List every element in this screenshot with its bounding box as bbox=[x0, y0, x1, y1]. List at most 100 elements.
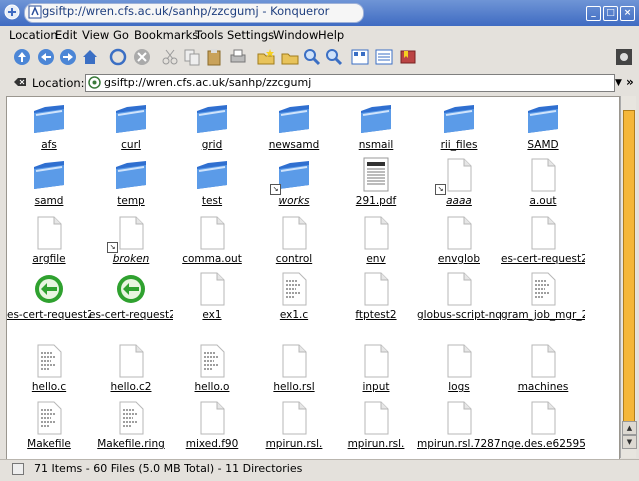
file-item[interactable]: Makefile bbox=[7, 400, 91, 451]
file-item[interactable]: samd bbox=[7, 157, 91, 208]
file-item[interactable]: 291.pdf bbox=[334, 157, 418, 208]
file-item[interactable]: mpirun.rsl. bbox=[252, 400, 336, 451]
file-item-label: hello.o bbox=[194, 381, 230, 393]
file-item[interactable]: envglob bbox=[417, 215, 501, 266]
file-item[interactable]: afs bbox=[7, 101, 91, 152]
file-item[interactable]: ↘ broken bbox=[89, 215, 173, 266]
scroll-down-icon[interactable]: ▼ bbox=[622, 435, 637, 449]
file-item[interactable]: ↘ works bbox=[252, 157, 336, 208]
file-item[interactable]: globus-script-nqe-submit bbox=[417, 271, 501, 322]
clear-location-icon[interactable] bbox=[14, 77, 26, 87]
location-input[interactable]: gsiftp://wren.cfs.ac.uk/sanhp/zzcgumj bbox=[85, 74, 615, 92]
file-item[interactable]: Makefile.ring bbox=[89, 400, 173, 451]
file-item[interactable]: es-cert-request2~ bbox=[7, 271, 91, 322]
file-item[interactable]: mpirun.rsl.72871 bbox=[417, 400, 501, 451]
close-button[interactable]: × bbox=[620, 6, 635, 21]
file-item[interactable]: machines bbox=[501, 343, 585, 394]
more-chevron-icon[interactable]: » bbox=[626, 75, 634, 89]
menu-location[interactable]: Location bbox=[9, 28, 58, 42]
menu-edit[interactable]: Edit bbox=[55, 28, 77, 42]
zoom-out-icon[interactable] bbox=[324, 47, 344, 67]
reload-icon[interactable] bbox=[108, 47, 128, 67]
file-item[interactable]: hello.o bbox=[170, 343, 254, 394]
file-item[interactable]: hello.rsl bbox=[252, 343, 336, 394]
file-item[interactable]: ex1.c bbox=[252, 271, 336, 322]
file-icon bbox=[276, 400, 312, 438]
window-menu-icon[interactable] bbox=[4, 4, 20, 20]
scrollbar-thumb[interactable] bbox=[623, 110, 635, 422]
file-item-label: globus-script-nqe-submit bbox=[417, 309, 501, 321]
print-icon[interactable] bbox=[228, 47, 248, 67]
file-icon bbox=[358, 400, 394, 438]
file-item[interactable]: ftptest2 bbox=[334, 271, 418, 322]
file-item-label: es-cert-request2 bbox=[501, 253, 585, 265]
status-link-checkbox[interactable] bbox=[12, 463, 24, 475]
file-item[interactable]: curl bbox=[89, 101, 173, 152]
file-item[interactable]: SAMD bbox=[501, 101, 585, 152]
menu-help[interactable]: Help bbox=[318, 28, 344, 42]
minimize-button[interactable]: _ bbox=[586, 6, 601, 21]
maximize-button[interactable]: □ bbox=[603, 6, 618, 21]
file-item[interactable]: mpirun.rsl. bbox=[334, 400, 418, 451]
properties-icon[interactable] bbox=[280, 47, 300, 67]
file-item[interactable]: comma.out bbox=[170, 215, 254, 266]
file-item[interactable]: a.out bbox=[501, 157, 585, 208]
symlink-arrow-icon: ↘ bbox=[270, 184, 281, 195]
list-view-icon[interactable] bbox=[374, 47, 394, 67]
file-item-label: samd bbox=[34, 195, 64, 207]
forward-icon[interactable] bbox=[58, 47, 78, 67]
file-item[interactable]: ex1 bbox=[170, 271, 254, 322]
file-item-label: envglob bbox=[438, 253, 480, 265]
file-item[interactable]: hello.c bbox=[7, 343, 91, 394]
cut-icon[interactable] bbox=[160, 47, 180, 67]
zoom-in-icon[interactable] bbox=[302, 47, 322, 67]
file-item[interactable]: newsamd bbox=[252, 101, 336, 152]
file-item[interactable]: argfile bbox=[7, 215, 91, 266]
file-item[interactable]: test bbox=[170, 157, 254, 208]
file-icon bbox=[194, 400, 230, 438]
file-icon bbox=[113, 343, 149, 381]
file-item[interactable]: temp bbox=[89, 157, 173, 208]
menu-settings[interactable]: Settings bbox=[227, 28, 274, 42]
file-item[interactable]: rii_files bbox=[417, 101, 501, 152]
file-item[interactable]: input bbox=[334, 343, 418, 394]
menu-go[interactable]: Go bbox=[113, 28, 129, 42]
home-icon[interactable] bbox=[80, 47, 100, 67]
status-bar: 71 Items - 60 Files (5.0 MB Total) - 11 … bbox=[0, 459, 639, 481]
icon-view-icon[interactable] bbox=[350, 47, 370, 67]
menu-bookmarks[interactable]: Bookmarks bbox=[134, 28, 198, 42]
vertical-scrollbar[interactable]: ▲ ▼ bbox=[620, 96, 637, 458]
file-item[interactable]: ↘ aaaa bbox=[417, 157, 501, 208]
dropdown-arrow-icon[interactable]: ▼ bbox=[615, 78, 622, 88]
file-item-label: hello.c2 bbox=[110, 381, 152, 393]
file-item-label: mixed.f90 bbox=[185, 438, 239, 450]
file-item[interactable]: nsmail bbox=[334, 101, 418, 152]
menu-view[interactable]: View bbox=[82, 28, 109, 42]
paste-icon[interactable] bbox=[204, 47, 224, 67]
menu-window[interactable]: Window bbox=[273, 28, 318, 42]
new-folder-icon[interactable] bbox=[256, 47, 276, 67]
main-toolbar bbox=[0, 44, 639, 73]
file-item-label: ex1 bbox=[202, 309, 222, 321]
file-item[interactable]: logs bbox=[417, 343, 501, 394]
bookmark-icon[interactable] bbox=[398, 47, 418, 67]
file-item[interactable]: control bbox=[252, 215, 336, 266]
file-item[interactable]: mixed.f90 bbox=[170, 400, 254, 451]
stop-icon[interactable] bbox=[132, 47, 152, 67]
copy-icon[interactable] bbox=[182, 47, 202, 67]
scroll-up-icon[interactable]: ▲ bbox=[622, 421, 637, 435]
file-item[interactable]: gram_job_mgr_2819695.log bbox=[501, 271, 585, 322]
up-icon[interactable] bbox=[12, 47, 32, 67]
menu-tools[interactable]: Tools bbox=[195, 28, 223, 42]
back-icon[interactable] bbox=[36, 47, 56, 67]
file-item[interactable]: nqe.des.e62595 bbox=[501, 400, 585, 451]
kde-gear-icon[interactable] bbox=[614, 47, 634, 67]
file-item[interactable]: es-cert-request2 bbox=[501, 215, 585, 266]
location-label: Location: bbox=[32, 76, 85, 90]
title-bar[interactable]: gsiftp://wren.cfs.ac.uk/sanhp/zzcgumj - … bbox=[0, 0, 639, 26]
file-item[interactable]: hello.c2 bbox=[89, 343, 173, 394]
file-item[interactable]: grid bbox=[170, 101, 254, 152]
file-icon-view[interactable]: afs curl grid newsamd nsmail rii_files SAMD sam… bbox=[6, 96, 620, 460]
file-item[interactable]: es-cert-request2.old bbox=[89, 271, 173, 322]
file-item[interactable]: env bbox=[334, 215, 418, 266]
